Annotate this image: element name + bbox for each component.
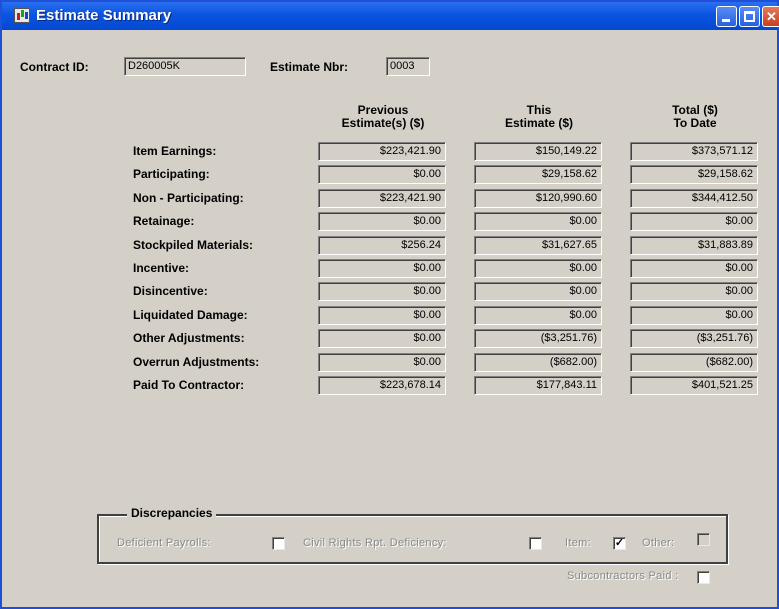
row-value-this[interactable]: ($682.00) bbox=[474, 353, 602, 372]
maximize-button[interactable] bbox=[739, 6, 760, 27]
row-value-previous[interactable]: $223,678.14 bbox=[318, 376, 446, 395]
row-value-this[interactable]: ($3,251.76) bbox=[474, 329, 602, 348]
row-value-total[interactable]: $31,883.89 bbox=[630, 236, 758, 255]
row-label: Other Adjustments: bbox=[133, 331, 245, 345]
col-header-previous: Previous Estimate(s) ($) bbox=[318, 104, 448, 130]
row-value-previous[interactable]: $0.00 bbox=[318, 306, 446, 325]
row-label: Participating: bbox=[133, 167, 210, 181]
row-label: Retainage: bbox=[133, 214, 195, 228]
col-header-this-line2: Estimate ($) bbox=[504, 116, 574, 130]
row-value-total[interactable]: $0.00 bbox=[630, 259, 758, 278]
row-value-previous[interactable]: $0.00 bbox=[318, 165, 446, 184]
row-label: Disincentive: bbox=[133, 284, 208, 298]
row-label: Paid To Contractor: bbox=[133, 378, 245, 392]
deficient-payrolls-label: Deficient Payrolls: bbox=[117, 537, 211, 549]
row-value-total[interactable]: $0.00 bbox=[630, 212, 758, 231]
row-label: Overrun Adjustments: bbox=[133, 355, 260, 369]
row-value-previous[interactable]: $223,421.90 bbox=[318, 189, 446, 208]
row-value-total[interactable]: $344,412.50 bbox=[630, 189, 758, 208]
minimize-button[interactable] bbox=[716, 6, 737, 27]
window-title: Estimate Summary bbox=[36, 7, 172, 24]
row-value-total[interactable]: $0.00 bbox=[630, 282, 758, 301]
other-checkbox[interactable] bbox=[697, 533, 710, 546]
row-value-total[interactable]: ($682.00) bbox=[630, 353, 758, 372]
row-value-this[interactable]: $150,149.22 bbox=[474, 142, 602, 161]
row-value-this[interactable]: $177,843.11 bbox=[474, 376, 602, 395]
row-label: Liquidated Damage: bbox=[133, 308, 248, 322]
app-chart-icon bbox=[14, 8, 30, 23]
deficient-payrolls-checkbox[interactable] bbox=[272, 537, 285, 550]
row-value-this[interactable]: $29,158.62 bbox=[474, 165, 602, 184]
row-value-this[interactable]: $31,627.65 bbox=[474, 236, 602, 255]
row-value-this[interactable]: $0.00 bbox=[474, 259, 602, 278]
row-value-previous[interactable]: $0.00 bbox=[318, 353, 446, 372]
row-value-this[interactable]: $0.00 bbox=[474, 282, 602, 301]
estimate-nbr-field[interactable]: 0003 bbox=[386, 57, 430, 76]
subcontractors-paid-checkbox[interactable] bbox=[697, 571, 710, 584]
estimate-nbr-label: Estimate Nbr: bbox=[270, 60, 349, 74]
other-label: Other: bbox=[642, 537, 675, 549]
row-value-total[interactable]: $0.00 bbox=[630, 306, 758, 325]
row-value-previous[interactable]: $223,421.90 bbox=[318, 142, 446, 161]
item-checkbox[interactable]: ✓ bbox=[613, 537, 626, 550]
row-value-previous[interactable]: $256.24 bbox=[318, 236, 446, 255]
row-value-previous[interactable]: $0.00 bbox=[318, 259, 446, 278]
contract-id-label: Contract ID: bbox=[20, 60, 89, 74]
col-header-previous-line2: Estimate(s) ($) bbox=[341, 116, 425, 130]
contract-id-field[interactable]: D260005K bbox=[124, 57, 246, 76]
item-label: Item: bbox=[565, 537, 591, 549]
row-value-total[interactable]: $401,521.25 bbox=[630, 376, 758, 395]
row-label: Item Earnings: bbox=[133, 144, 217, 158]
discrepancies-title: Discrepancies bbox=[127, 506, 217, 520]
row-value-total[interactable]: $29,158.62 bbox=[630, 165, 758, 184]
title-bar[interactable]: Estimate Summary bbox=[2, 2, 779, 30]
row-value-total[interactable]: $373,571.12 bbox=[630, 142, 758, 161]
row-value-total[interactable]: ($3,251.76) bbox=[630, 329, 758, 348]
row-label: Incentive: bbox=[133, 261, 190, 275]
row-value-previous[interactable]: $0.00 bbox=[318, 212, 446, 231]
row-value-this[interactable]: $0.00 bbox=[474, 306, 602, 325]
row-value-previous[interactable]: $0.00 bbox=[318, 282, 446, 301]
civil-rights-checkbox[interactable] bbox=[529, 537, 542, 550]
row-label: Stockpiled Materials: bbox=[133, 238, 254, 252]
civil-rights-label: Civil Rights Rpt. Deficiency: bbox=[303, 537, 447, 549]
row-value-this[interactable]: $0.00 bbox=[474, 212, 602, 231]
close-button[interactable] bbox=[762, 6, 779, 27]
subcontractors-paid-label: Subcontractors Paid : bbox=[567, 570, 679, 582]
col-header-total: Total ($) To Date bbox=[630, 104, 760, 130]
row-label: Non - Participating: bbox=[133, 191, 244, 205]
col-header-total-line2: To Date bbox=[673, 116, 717, 130]
row-value-this[interactable]: $120,990.60 bbox=[474, 189, 602, 208]
col-header-this: This Estimate ($) bbox=[474, 104, 604, 130]
row-value-previous[interactable]: $0.00 bbox=[318, 329, 446, 348]
